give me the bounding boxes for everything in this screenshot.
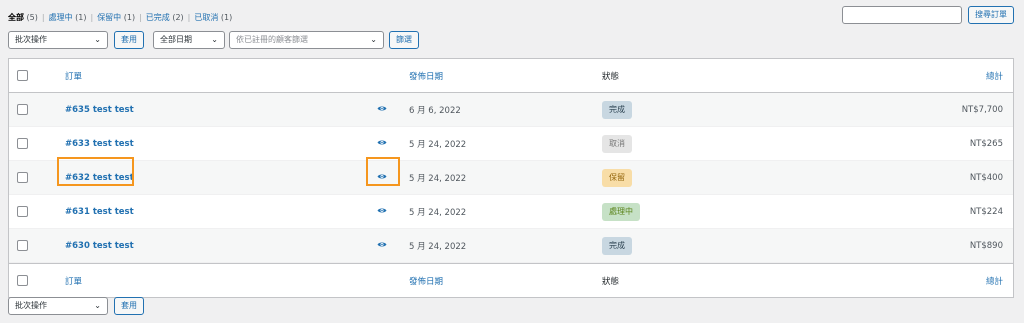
- row-checkbox[interactable]: [17, 240, 28, 251]
- bulk-action-select[interactable]: 批次操作 ⌄: [8, 31, 108, 49]
- column-status: 狀態: [602, 71, 620, 82]
- date-filter-select[interactable]: 全部日期 ⌄: [153, 31, 225, 49]
- chevron-down-icon: ⌄: [211, 35, 218, 44]
- table-row[interactable]: #633 test test 5 月 24, 2022 取消 NT$265: [9, 127, 1013, 161]
- status-badge: 保留: [602, 168, 632, 187]
- filter-cancelled[interactable]: 已取消: [194, 13, 218, 22]
- table-row[interactable]: #635 test test 6 月 6, 2022 完成 NT$7,700: [9, 93, 1013, 127]
- order-title-link[interactable]: #633 test test: [65, 139, 134, 149]
- status-badge: 完成: [602, 236, 632, 255]
- table-footer: 訂單 發佈日期 狀態 總計: [9, 263, 1013, 297]
- chevron-down-icon: ⌄: [370, 35, 377, 44]
- apply-button-bottom[interactable]: 套用: [114, 297, 144, 315]
- order-date: 6 月 6, 2022: [409, 105, 461, 116]
- orders-table: 訂單 發佈日期 狀態 總計 #635 test test 6 月 6, 2022 完…: [8, 58, 1014, 298]
- eye-icon[interactable]: [377, 105, 387, 115]
- table-header: 訂單 發佈日期 狀態 總計: [9, 59, 1013, 93]
- column-date[interactable]: 發佈日期: [409, 70, 443, 82]
- customer-filter-select[interactable]: 依已註冊的顧客篩選 ⌄: [229, 31, 384, 49]
- column-order[interactable]: 訂單: [65, 275, 82, 287]
- filter-processing[interactable]: 處理中: [49, 13, 73, 22]
- row-checkbox[interactable]: [17, 104, 28, 115]
- column-total[interactable]: 總計: [986, 275, 1003, 287]
- column-status: 狀態: [602, 276, 620, 287]
- order-title-link[interactable]: #635 test test: [65, 105, 134, 115]
- order-date: 5 月 24, 2022: [409, 139, 467, 150]
- order-date: 5 月 24, 2022: [409, 173, 467, 184]
- order-date: 5 月 24, 2022: [409, 207, 467, 218]
- eye-icon[interactable]: [377, 207, 387, 217]
- column-order[interactable]: 訂單: [65, 70, 82, 82]
- row-checkbox[interactable]: [17, 138, 28, 149]
- chevron-down-icon: ⌄: [94, 35, 101, 44]
- status-badge: 取消: [602, 134, 632, 153]
- order-total: NT$224: [969, 206, 1003, 217]
- column-total[interactable]: 總計: [986, 70, 1003, 82]
- order-total: NT$890: [969, 240, 1003, 251]
- order-title-link[interactable]: #630 test test: [65, 241, 134, 251]
- status-badge: 處理中: [602, 202, 640, 221]
- status-filter-links: 全部 (5) | 處理中 (1) | 保留中 (1) | 已完成 (2) | 已取消 (1): [8, 13, 233, 22]
- order-title-link[interactable]: #631 test test: [65, 207, 134, 217]
- status-badge: 完成: [602, 100, 632, 119]
- row-checkbox[interactable]: [17, 206, 28, 217]
- search-box: 搜尋訂單: [842, 6, 1014, 24]
- search-orders-button[interactable]: 搜尋訂單: [968, 6, 1014, 24]
- chevron-down-icon: ⌄: [94, 301, 101, 310]
- apply-button[interactable]: 套用: [114, 31, 144, 49]
- table-row[interactable]: #632 test test 5 月 24, 2022 保留 NT$400: [9, 161, 1013, 195]
- preview-icon-highlight: [366, 157, 400, 186]
- order-total: NT$400: [969, 172, 1003, 183]
- bulk-action-select-bottom[interactable]: 批次操作 ⌄: [8, 297, 108, 315]
- column-date[interactable]: 發佈日期: [409, 275, 443, 287]
- order-title-highlight: [57, 157, 134, 186]
- eye-icon[interactable]: [377, 139, 387, 149]
- filter-on-hold[interactable]: 保留中: [97, 13, 121, 22]
- eye-icon[interactable]: [377, 241, 387, 251]
- order-total: NT$7,700: [961, 104, 1003, 115]
- select-all-checkbox[interactable]: [17, 70, 28, 81]
- table-row[interactable]: #630 test test 5 月 24, 2022 完成 NT$890: [9, 229, 1013, 263]
- filter-all[interactable]: 全部: [8, 13, 24, 22]
- row-checkbox[interactable]: [17, 172, 28, 183]
- select-all-checkbox[interactable]: [17, 275, 28, 286]
- filter-button[interactable]: 篩選: [389, 31, 419, 49]
- table-row[interactable]: #631 test test 5 月 24, 2022 處理中 NT$224: [9, 195, 1013, 229]
- search-input[interactable]: [842, 6, 962, 24]
- order-total: NT$265: [969, 138, 1003, 149]
- filter-completed[interactable]: 已完成: [146, 13, 170, 22]
- order-date: 5 月 24, 2022: [409, 241, 467, 252]
